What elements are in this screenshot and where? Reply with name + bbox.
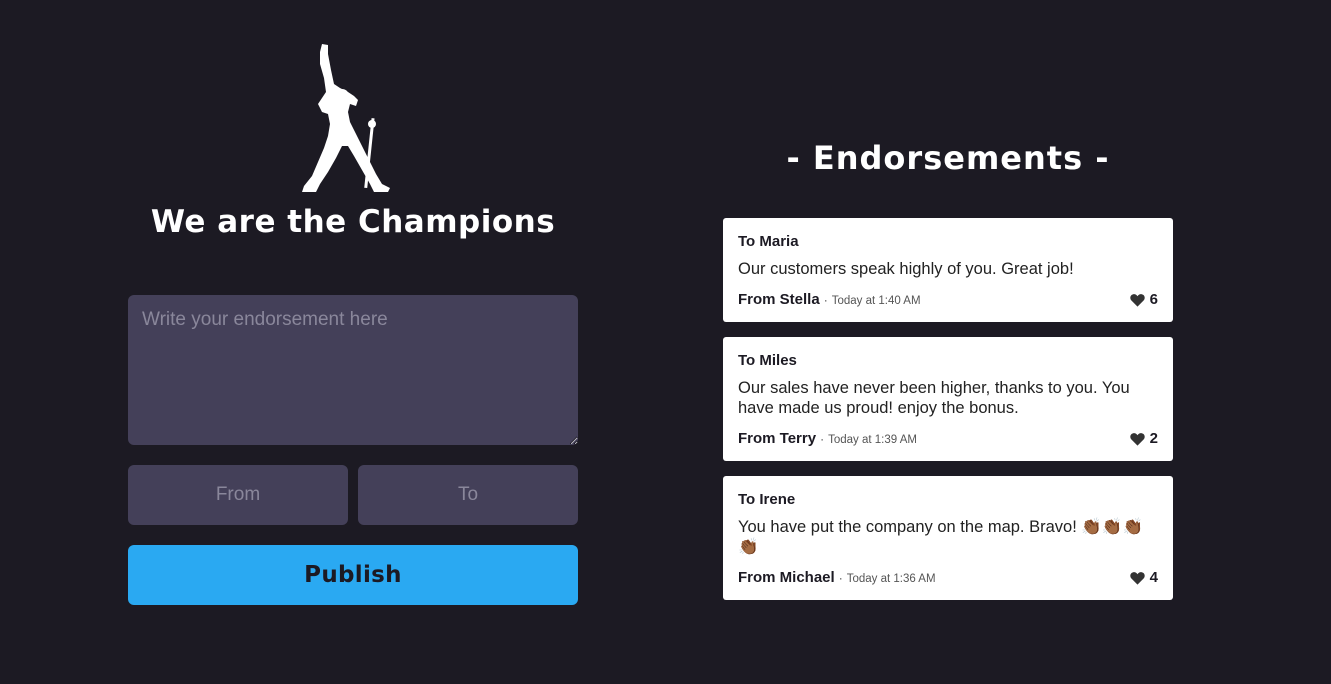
like-count: 6 <box>1149 291 1158 308</box>
endorsement-message: Our customers speak highly of you. Great… <box>738 260 1074 278</box>
endorsements-title: - Endorsements - <box>786 139 1110 177</box>
heart-icon <box>1129 571 1145 585</box>
like-button[interactable]: 2 <box>1129 430 1158 447</box>
endorsement-recipient: To Irene <box>738 491 796 508</box>
endorsement-sender: From Terry <box>738 430 817 447</box>
endorsement-timestamp: Today at 1:40 AM <box>831 295 921 307</box>
endorsement-card: To Maria Our customers speak highly of y… <box>723 218 1173 322</box>
endorsement-meta: From Terry · Today at 1:39 AM <box>738 430 917 447</box>
endorsement-meta: From Stella · Today at 1:40 AM <box>738 291 921 308</box>
endorsement-card: To Miles Our sales have never been highe… <box>723 337 1173 461</box>
endorsement-recipient: To Maria <box>738 233 799 250</box>
heart-icon <box>1129 432 1145 446</box>
publish-button[interactable]: Publish <box>128 545 578 605</box>
from-input[interactable] <box>128 465 348 525</box>
app-title: We are the Champions <box>150 204 556 240</box>
endorsement-sender: From Stella <box>738 291 820 308</box>
heart-icon <box>1129 293 1145 307</box>
endorsement-footer: From Michael · Today at 1:36 AM 4 <box>738 569 1158 586</box>
endorsement-footer: From Stella · Today at 1:40 AM 6 <box>738 291 1158 308</box>
endorsement-timestamp: Today at 1:36 AM <box>846 573 936 585</box>
like-button[interactable]: 6 <box>1129 291 1158 308</box>
endorsement-textarea[interactable] <box>128 295 578 445</box>
endorsement-footer: From Terry · Today at 1:39 AM 2 <box>738 430 1158 447</box>
like-count: 4 <box>1149 569 1158 586</box>
endorsement-recipient: To Miles <box>738 352 797 369</box>
to-input[interactable] <box>358 465 578 525</box>
like-button[interactable]: 4 <box>1129 569 1158 586</box>
endorsement-timestamp: Today at 1:39 AM <box>828 434 917 446</box>
endorsement-card: To Irene You have put the company on the… <box>723 476 1173 600</box>
endorsement-meta: From Michael · Today at 1:36 AM <box>738 569 936 586</box>
page: We are the Champions Publish - Endorseme… <box>0 0 1331 684</box>
endorsement-message: You have put the company on the map. Bra… <box>738 518 1143 556</box>
like-count: 2 <box>1149 430 1158 447</box>
meta-separator: · <box>820 432 825 446</box>
champion-silhouette-icon <box>302 44 390 192</box>
endorsement-sender: From Michael <box>738 569 835 586</box>
meta-separator: · <box>838 571 843 585</box>
endorsement-message: Our sales have never been higher, thanks… <box>738 379 1130 417</box>
meta-separator: · <box>823 293 828 307</box>
